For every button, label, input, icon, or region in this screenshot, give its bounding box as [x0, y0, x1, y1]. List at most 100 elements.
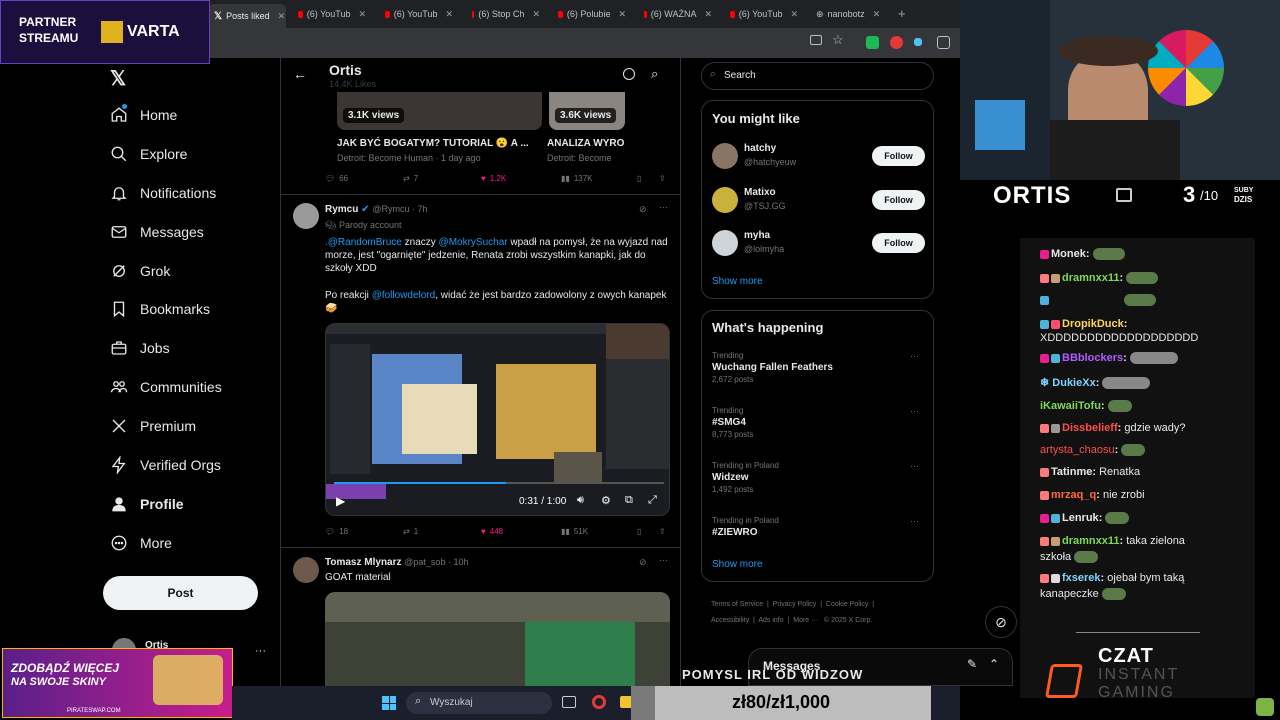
grok-icon[interactable]	[623, 68, 635, 80]
x-logo-icon[interactable]: 𝕏	[110, 66, 126, 91]
tab-youtube-1[interactable]: (6) YouTub ✕	[292, 4, 372, 24]
user-name[interactable]: myha	[744, 230, 770, 241]
tab-youtube-2[interactable]: (6) YouTub ✕	[379, 4, 459, 24]
new-tab-button[interactable]: +	[898, 6, 906, 21]
sidebar-item-more[interactable]: More	[110, 534, 172, 552]
avatar[interactable]	[293, 203, 319, 229]
footer-link[interactable]: Ads info	[758, 617, 783, 624]
trend-more-icon[interactable]: ···	[910, 516, 919, 526]
views-button[interactable]: ▮▮ 51K	[561, 527, 588, 536]
tab-youtube-4[interactable]: (6) Polubie ✕	[552, 4, 632, 24]
star-icon[interactable]: ☆	[832, 32, 844, 48]
back-arrow-icon[interactable]: ←	[293, 66, 307, 82]
trend-item[interactable]: Trending Wuchang Fallen Feathers 2,672 p…	[712, 351, 833, 384]
tab-youtube-6[interactable]: (6) YouTub ✕	[724, 4, 804, 24]
play-icon[interactable]: ▶	[336, 494, 345, 508]
reply-button[interactable]: 💬︎ 66	[325, 174, 348, 183]
volume-icon[interactable]: 🔊︎	[577, 494, 584, 507]
footer-link[interactable]: Terms of Service	[711, 601, 763, 608]
video-title[interactable]: ANALIZA WYRO	[547, 138, 625, 149]
sidebar-item-premium[interactable]: Premium	[110, 417, 196, 435]
extension-shield-icon[interactable]	[866, 36, 879, 49]
tab-posts-liked[interactable]: 𝕏 Posts liked ✕	[208, 4, 286, 28]
sidebar-item-explore[interactable]: Explore	[110, 145, 187, 163]
trend-more-icon[interactable]: ···	[910, 461, 919, 471]
mention-link[interactable]: .@RandomBruce	[325, 237, 402, 248]
grok-icon[interactable]: ⊘	[639, 557, 647, 568]
post-button[interactable]: Post	[103, 576, 258, 610]
bookmark-icon[interactable]: ▯	[637, 527, 641, 536]
views-button[interactable]: ▮▮ 137K	[561, 174, 593, 183]
sidebar-item-jobs[interactable]: Jobs	[110, 339, 170, 357]
account-more-button[interactable]: ···	[255, 645, 266, 657]
tab-youtube-3[interactable]: (6) Stop Ch ✕	[466, 4, 546, 24]
bookmark-icon[interactable]: ▯	[637, 174, 641, 183]
tab-nanobotz[interactable]: ⊕ nanobotz ✕	[810, 4, 890, 24]
sidebar-item-profile[interactable]: Profile	[110, 495, 184, 513]
sidebar-item-grok[interactable]: Grok	[110, 262, 170, 280]
settings-icon[interactable]: ⚙	[601, 494, 611, 507]
close-icon[interactable]: ✕	[790, 9, 798, 20]
compose-icon[interactable]: ✎	[967, 657, 977, 671]
footer-link[interactable]: Cookie Policy	[826, 601, 868, 608]
cast-icon[interactable]	[810, 35, 822, 45]
share-icon[interactable]: ⇪	[659, 174, 666, 183]
more-icon[interactable]: ···	[659, 202, 668, 212]
sidebar-item-communities[interactable]: Communities	[110, 378, 222, 396]
close-icon[interactable]: ✕	[704, 9, 712, 20]
like-button[interactable]: ♥ 448	[481, 527, 503, 536]
trend-item[interactable]: Trending #SMG4 8,773 posts	[712, 406, 753, 439]
grok-float-button[interactable]: ⊘	[985, 606, 1017, 638]
avatar[interactable]	[712, 187, 738, 213]
share-icon[interactable]: ⇪	[659, 527, 666, 536]
windows-start-icon[interactable]	[382, 696, 396, 710]
grok-icon[interactable]: ⊘	[639, 204, 647, 215]
trend-item[interactable]: Trending in Poland Widzew 1,492 posts	[712, 461, 779, 494]
sidebar-item-home[interactable]: Home	[110, 106, 177, 124]
footer-link[interactable]: Accessibility	[711, 617, 749, 624]
sidebar-item-notifications[interactable]: Notifications	[110, 184, 216, 202]
mention-link[interactable]: @MokrySuchar	[439, 237, 508, 248]
expand-icon[interactable]: ⌃	[989, 657, 999, 671]
sidebar-item-messages[interactable]: Messages	[110, 223, 204, 241]
user-name[interactable]: Matixo	[744, 187, 776, 198]
footer-link[interactable]: Privacy Policy	[773, 601, 817, 608]
avatar[interactable]	[712, 143, 738, 169]
follow-button[interactable]: Follow	[872, 233, 925, 253]
repost-button[interactable]: ⇄ 7	[403, 174, 418, 183]
footer-link[interactable]: More ···	[793, 617, 818, 624]
sidebar-item-bookmarks[interactable]: Bookmarks	[110, 300, 210, 318]
reply-button[interactable]: 💬︎ 18	[325, 527, 348, 536]
search-icon[interactable]: ⌕	[651, 66, 658, 82]
show-more-link[interactable]: Show more	[712, 276, 763, 287]
avatar[interactable]	[293, 557, 319, 583]
like-button[interactable]: ♥ 1.2K	[481, 174, 506, 183]
show-more-link[interactable]: Show more	[712, 559, 763, 570]
extensions-puzzle-icon[interactable]	[937, 36, 950, 49]
close-icon[interactable]: ✕	[445, 9, 453, 20]
trend-more-icon[interactable]: ···	[910, 406, 919, 416]
taskbar-search[interactable]: ⌕ Wyszukaj	[406, 692, 552, 714]
extension-gem-icon[interactable]	[914, 38, 922, 46]
more-icon[interactable]: ···	[659, 555, 668, 565]
search-input[interactable]: ⌕ Search	[701, 62, 934, 90]
trend-more-icon[interactable]: ···	[910, 351, 919, 361]
close-icon[interactable]: ✕	[618, 9, 626, 20]
close-icon[interactable]: ✕	[873, 9, 881, 20]
author-name[interactable]: Rymcu	[325, 204, 358, 215]
video-title[interactable]: JAK BYĆ BOGATYM? TUTORIAL 😮 A ...	[337, 138, 529, 149]
tab-youtube-5[interactable]: (6) WAŻNA ✕	[638, 4, 718, 24]
trend-item[interactable]: Trending in Poland #ZIEWRO	[712, 516, 779, 538]
close-icon[interactable]: ✕	[278, 11, 286, 22]
close-icon[interactable]: ✕	[358, 9, 366, 20]
sidebar-item-verified-orgs[interactable]: Verified Orgs	[110, 456, 221, 474]
repost-button[interactable]: ⇄ 1	[403, 527, 418, 536]
pip-icon[interactable]: ⧉	[625, 494, 633, 507]
opera-icon[interactable]	[592, 695, 606, 709]
follow-button[interactable]: Follow	[872, 190, 925, 210]
avatar[interactable]	[712, 230, 738, 256]
mention-link[interactable]: @followdelord	[372, 290, 436, 301]
user-name[interactable]: hatchy	[744, 143, 776, 154]
close-icon[interactable]: ✕	[532, 9, 540, 20]
follow-button[interactable]: Follow	[872, 146, 925, 166]
